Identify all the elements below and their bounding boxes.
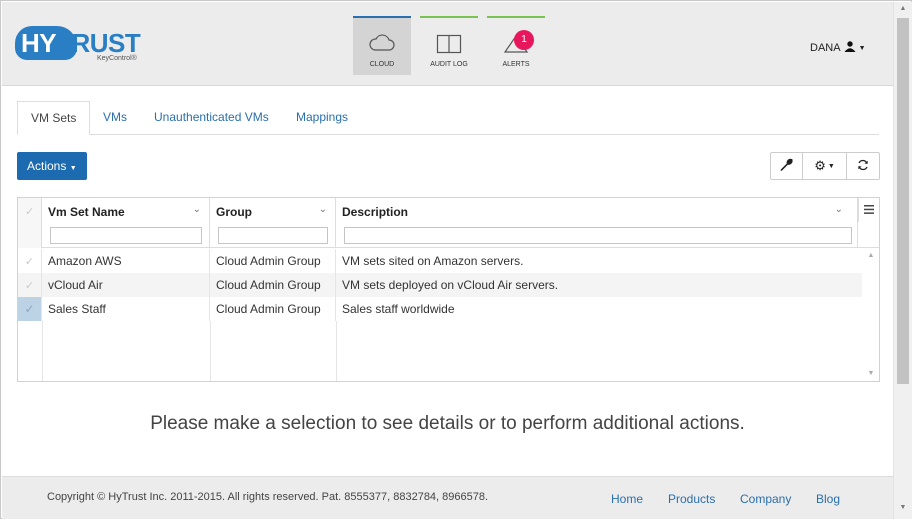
settings-dropdown-button[interactable]: ⚙ ▼ (803, 153, 847, 179)
column-vm-set-name[interactable]: Vm Set Name ⌄ (42, 198, 210, 248)
book-icon (420, 34, 478, 54)
column-title: Group (216, 205, 252, 219)
copyright-text: Copyright © HyTrust Inc. 2011-2015. All … (47, 491, 489, 503)
vm-sets-grid: ✓ Vm Set Name ⌄ Group ⌄ Description ⌄ ✓ … (17, 197, 880, 382)
description-filter-input[interactable] (344, 227, 852, 244)
user-icon (844, 41, 856, 55)
cell-vm-set-name: vCloud Air (42, 273, 210, 297)
cell-description: VM sets deployed on vCloud Air servers. (342, 278, 559, 292)
gear-icon: ⚙ (814, 158, 826, 173)
nav-alerts[interactable]: 1 ALERTS (487, 16, 545, 75)
row-select-cell[interactable]: ✓ (18, 297, 42, 321)
nav-cloud[interactable]: CLOUD (353, 16, 411, 75)
chevron-down-icon[interactable]: ⌄ (193, 204, 201, 215)
chevron-down-icon[interactable]: ⌄ (835, 204, 843, 215)
scroll-up-icon[interactable]: ▲ (894, 5, 912, 12)
logo-wordmark: HYTRUST (21, 28, 141, 58)
nav-alerts-indicator (487, 16, 545, 18)
scrollbar-thumb[interactable] (897, 18, 909, 384)
vm-set-name-filter-input[interactable] (50, 227, 202, 244)
scroll-down-icon[interactable]: ▼ (894, 504, 912, 511)
check-icon: ✓ (24, 302, 35, 316)
check-icon: ✓ (25, 206, 35, 218)
scroll-down-icon[interactable]: ▼ (863, 370, 879, 377)
hytrust-logo[interactable]: HYTRUST KeyControl® (15, 26, 151, 70)
nav-audit-log-indicator (420, 16, 478, 18)
row-select-cell[interactable]: ✓ (18, 273, 42, 297)
selection-hint-message: Please make a selection to see details o… (150, 413, 745, 434)
tab-vm-sets[interactable]: VM Sets (17, 101, 91, 135)
caret-down-icon: ▼ (858, 44, 866, 52)
column-title: Description (342, 205, 409, 219)
cell-group: Cloud Admin Group (210, 273, 336, 297)
refresh-icon (857, 159, 869, 174)
column-divider (336, 321, 337, 381)
nav-audit-log[interactable]: AUDIT LOG (420, 16, 478, 75)
user-name: DANA (810, 42, 841, 54)
grid-scrollbar[interactable]: ▲ ▼ (863, 248, 879, 381)
refresh-button[interactable] (847, 153, 879, 179)
check-icon: ✓ (24, 280, 35, 292)
wrench-button[interactable] (771, 153, 803, 179)
column-title: Vm Set Name (48, 205, 125, 219)
logo-word-part1: HY (21, 28, 57, 58)
logo-product-name: KeyControl® (97, 55, 137, 62)
cell-vm-set-name: Sales Staff (42, 297, 210, 321)
table-row[interactable]: ✓ vCloud Air Cloud Admin Group VM sets d… (18, 273, 862, 297)
nav-alerts-label: ALERTS (502, 61, 530, 68)
footer-link-blog[interactable]: Blog (816, 492, 840, 506)
cell-description: Sales staff worldwide (342, 302, 455, 316)
table-row[interactable]: ✓ Amazon AWS Cloud Admin Group VM sets s… (18, 249, 862, 273)
logo-word-part2: TRUST (56, 28, 141, 58)
chevron-down-icon[interactable]: ⌄ (319, 204, 327, 215)
nav-cloud-label: CLOUD (369, 61, 395, 68)
tab-mappings[interactable]: Mappings (296, 101, 348, 135)
top-header: HYTRUST KeyControl® CLOUD AUDIT LOG 1 AL… (2, 2, 893, 86)
row-select-cell[interactable]: ✓ (18, 249, 42, 273)
actions-label: Actions (27, 159, 67, 173)
wrench-icon (780, 158, 793, 174)
app-window: HYTRUST KeyControl® CLOUD AUDIT LOG 1 AL… (0, 0, 912, 519)
nav-cloud-indicator (353, 16, 411, 18)
select-all-cell[interactable]: ✓ (18, 198, 42, 248)
footer-link-home[interactable]: Home (611, 492, 643, 506)
footer-link-products[interactable]: Products (668, 492, 715, 506)
cell-vm-set-name: Amazon AWS (42, 249, 210, 273)
cell-group: Cloud Admin Group (210, 249, 336, 273)
actions-dropdown-button[interactable]: Actions ▼ (17, 152, 87, 180)
check-icon: ✓ (24, 256, 35, 268)
column-divider (42, 321, 43, 381)
column-divider (210, 321, 211, 381)
table-row[interactable]: ✓ Sales Staff Cloud Admin Group Sales st… (18, 297, 862, 321)
user-menu[interactable]: DANA ▼ (810, 41, 866, 55)
alerts-count-badge: 1 (514, 30, 534, 50)
grid-header: ✓ Vm Set Name ⌄ Group ⌄ Description ⌄ (18, 198, 879, 248)
grid-tool-group: ⚙ ▼ (770, 152, 880, 180)
tab-unauthenticated-vms[interactable]: Unauthenticated VMs (154, 101, 269, 135)
cloud-icon (353, 34, 411, 54)
cell-description: VM sets sited on Amazon servers. (342, 254, 524, 268)
nav-audit-log-label: AUDIT LOG (430, 61, 468, 68)
column-description[interactable]: Description ⌄ (336, 198, 858, 248)
grid-menu-button[interactable] (858, 198, 879, 222)
group-filter-input[interactable] (218, 227, 328, 244)
page-scrollbar[interactable]: ▲ ▼ (893, 2, 912, 519)
column-group[interactable]: Group ⌄ (210, 198, 336, 248)
scroll-up-icon[interactable]: ▲ (863, 252, 879, 259)
caret-down-icon: ▼ (69, 165, 77, 172)
caret-down-icon: ▼ (827, 162, 835, 170)
hamburger-icon (864, 203, 874, 217)
page-footer: Copyright © HyTrust Inc. 2011-2015. All … (2, 476, 893, 519)
content-tabs: VM Sets VMs Unauthenticated VMs Mappings (17, 101, 879, 135)
cell-group: Cloud Admin Group (210, 297, 336, 321)
tab-vms[interactable]: VMs (103, 101, 127, 135)
footer-link-company[interactable]: Company (740, 492, 791, 506)
